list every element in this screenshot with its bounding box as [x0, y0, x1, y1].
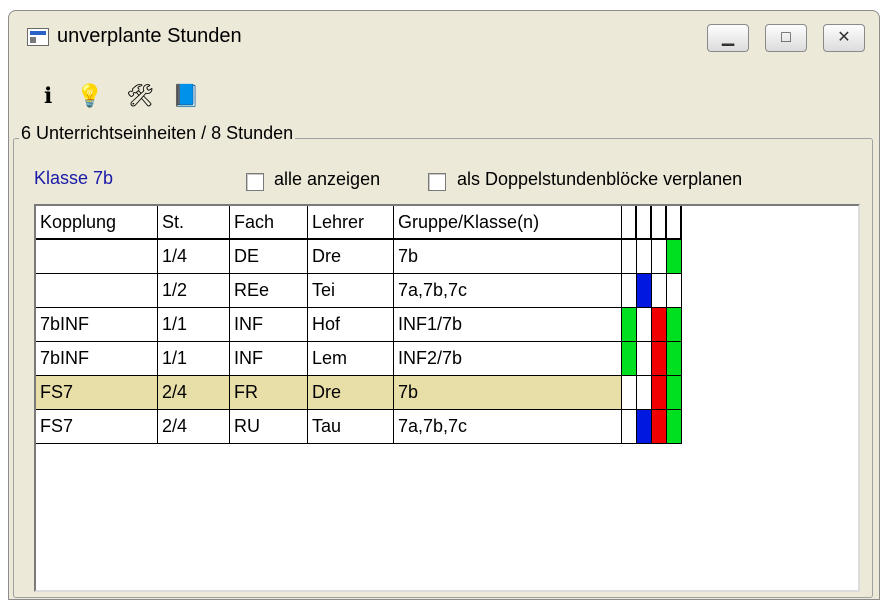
st-cell: 1/1	[158, 308, 230, 342]
status-flag-1	[622, 240, 637, 274]
st-cell: 2/4	[158, 376, 230, 410]
unverplante-stunden-window: unverplante Stunden ▁ □ ✕ ℹ 💡 🛠 📘 6 Unte…	[8, 10, 880, 600]
lehrer-header[interactable]: Lehrer	[308, 206, 394, 240]
status-flag-3	[652, 274, 667, 308]
tools-icon[interactable]: 🛠	[125, 81, 155, 111]
table-row[interactable]: 7bINF 1/1 INF Hof INF1/7b	[36, 308, 682, 342]
lightbulb-icon[interactable]: 💡	[75, 81, 105, 111]
gruppe-cell: 7b	[394, 240, 622, 274]
st-cell: 1/2	[158, 274, 230, 308]
table-row[interactable]: 1/4 DE Dre 7b	[36, 240, 682, 274]
st-header[interactable]: St.	[158, 206, 230, 240]
status-flag-2	[637, 342, 652, 376]
gruppe-cell: INF2/7b	[394, 342, 622, 376]
maximize-button[interactable]: □	[765, 24, 807, 52]
toolbar: ℹ 💡 🛠 📘	[19, 69, 859, 119]
close-button[interactable]: ✕	[823, 24, 865, 52]
kopplung-cell: FS7	[36, 410, 158, 444]
kopplung-cell: FS7	[36, 376, 158, 410]
lehrer-cell: Dre	[308, 376, 394, 410]
fach-cell: INF	[230, 342, 308, 376]
flag-header-1[interactable]	[622, 206, 637, 240]
status-flag-1	[622, 410, 637, 444]
kopplung-cell	[36, 274, 158, 308]
status-flag-4	[667, 240, 682, 274]
kopplung-cell	[36, 240, 158, 274]
gruppe-cell: 7b	[394, 376, 622, 410]
window-title: unverplante Stunden	[57, 25, 242, 47]
alle-anzeigen-label[interactable]: alle anzeigen	[274, 169, 380, 190]
kopplung-header[interactable]: Kopplung	[36, 206, 158, 240]
status-flag-3	[652, 410, 667, 444]
fach-cell: INF	[230, 308, 308, 342]
lehrer-cell: Hof	[308, 308, 394, 342]
st-cell: 1/1	[158, 342, 230, 376]
doppelstunden-label[interactable]: als Doppelstundenblöcke verplanen	[457, 169, 742, 190]
status-flag-1	[622, 308, 637, 342]
gruppe-cell: INF1/7b	[394, 308, 622, 342]
status-flag-1	[622, 376, 637, 410]
kopplung-cell: 7bINF	[36, 308, 158, 342]
unverplante-stunden-table[interactable]: Kopplung St. Fach Lehrer Gruppe/Klasse(n) 1/4…	[34, 204, 860, 592]
fach-header[interactable]: Fach	[230, 206, 308, 240]
status-flag-4	[667, 342, 682, 376]
status-flag-4	[667, 308, 682, 342]
table-row[interactable]: FS7 2/4 FR Dre 7b	[36, 376, 682, 410]
status-flag-3	[652, 240, 667, 274]
klasse-label: Klasse 7b	[34, 168, 114, 188]
status-flag-2	[637, 376, 652, 410]
flag-header-4[interactable]	[667, 206, 682, 240]
flag-header-3[interactable]	[652, 206, 667, 240]
table-row[interactable]: FS7 2/4 RU Tau 7a,7b,7c	[36, 410, 682, 444]
gruppe-cell: 7a,7b,7c	[394, 410, 622, 444]
title-bar[interactable]: unverplante Stunden ▁ □ ✕	[9, 11, 879, 65]
lehrer-cell: Lem	[308, 342, 394, 376]
status-flag-3	[652, 342, 667, 376]
st-cell: 2/4	[158, 410, 230, 444]
fach-cell: RU	[230, 410, 308, 444]
status-flag-1	[622, 274, 637, 308]
status-flag-3	[652, 376, 667, 410]
fach-cell: DE	[230, 240, 308, 274]
status-flag-4	[667, 376, 682, 410]
minimize-button[interactable]: ▁	[707, 24, 749, 52]
status-flag-3	[652, 308, 667, 342]
status-flag-2	[637, 274, 652, 308]
lehrer-cell: Tei	[308, 274, 394, 308]
window-icon	[27, 28, 49, 46]
status-flag-1	[622, 342, 637, 376]
gruppe-header[interactable]: Gruppe/Klasse(n)	[394, 206, 622, 240]
alle-anzeigen-checkbox[interactable]	[246, 173, 264, 191]
group-title: 6 Unterrichtseinheiten / 8 Stunden	[19, 123, 296, 144]
lehrer-cell: Tau	[308, 410, 394, 444]
book-icon[interactable]: 📘	[171, 81, 201, 111]
fach-cell: FR	[230, 376, 308, 410]
status-flag-2	[637, 308, 652, 342]
status-flag-4	[667, 274, 682, 308]
status-flag-2	[637, 240, 652, 274]
table-row[interactable]: 1/2 REe Tei 7a,7b,7c	[36, 274, 682, 308]
fach-cell: REe	[230, 274, 308, 308]
st-cell: 1/4	[158, 240, 230, 274]
gruppe-cell: 7a,7b,7c	[394, 274, 622, 308]
lehrer-cell: Dre	[308, 240, 394, 274]
table-row[interactable]: 7bINF 1/1 INF Lem INF2/7b	[36, 342, 682, 376]
status-flag-2	[637, 410, 652, 444]
status-flag-4	[667, 410, 682, 444]
info-icon[interactable]: ℹ	[33, 81, 63, 111]
doppelstunden-checkbox[interactable]	[428, 173, 446, 191]
flag-header-2[interactable]	[637, 206, 652, 240]
kopplung-cell: 7bINF	[36, 342, 158, 376]
